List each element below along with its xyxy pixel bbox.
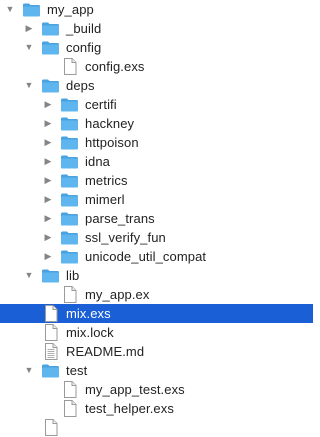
folder-icon: [60, 173, 79, 189]
tree-file-my-app-ex[interactable]: my_app.ex: [0, 285, 313, 304]
folder-icon: [60, 192, 79, 208]
file-tree: ▼ my_app ▶ _build ▼ config config.exs ▼ deps ▶ cer…: [0, 0, 313, 436]
tree-item-label: config.exs: [85, 59, 145, 74]
disclosure-expanded-icon[interactable]: ▼: [23, 270, 35, 282]
disclosure-collapsed-icon[interactable]: ▶: [42, 194, 54, 206]
tree-file-mix-exs[interactable]: mix.exs: [0, 304, 313, 323]
disclosure-expanded-icon[interactable]: ▼: [4, 4, 16, 16]
tree-folder-metrics[interactable]: ▶ metrics: [0, 171, 313, 190]
tree-folder-ssl-verify-fun[interactable]: ▶ ssl_verify_fun: [0, 228, 313, 247]
tree-folder-test[interactable]: ▼ test: [0, 361, 313, 380]
tree-file-my-app-test-exs[interactable]: my_app_test.exs: [0, 380, 313, 399]
tree-item-label: deps: [66, 78, 95, 93]
tree-folder-unicode-util-compat[interactable]: ▶ unicode_util_compat: [0, 247, 313, 266]
tree-folder-httpoison[interactable]: ▶ httpoison: [0, 133, 313, 152]
disclosure-expanded-icon[interactable]: ▼: [23, 80, 35, 92]
disclosure-collapsed-icon[interactable]: ▶: [42, 156, 54, 168]
tree-item-label: idna: [85, 154, 110, 169]
disclosure-collapsed-icon[interactable]: ▶: [42, 118, 54, 130]
tree-folder-my-app[interactable]: ▼ my_app: [0, 0, 313, 19]
tree-file-readme-md[interactable]: README.md: [0, 342, 313, 361]
tree-folder-deps[interactable]: ▼ deps: [0, 76, 313, 95]
tree-item-label: httpoison: [85, 135, 139, 150]
disclosure-expanded-icon[interactable]: ▼: [23, 42, 35, 54]
tree-item-label: README.md: [66, 344, 145, 359]
tree-file-config-exs[interactable]: config.exs: [0, 57, 313, 76]
tree-item-label: _build: [66, 21, 102, 36]
tree-folder-hackney[interactable]: ▶ hackney: [0, 114, 313, 133]
folder-icon: [41, 268, 60, 284]
folder-icon: [41, 78, 60, 94]
tree-item-label: unicode_util_compat: [85, 249, 207, 264]
tree-folder-mimerl[interactable]: ▶ mimerl: [0, 190, 313, 209]
tree-item-label: test_helper.exs: [85, 401, 174, 416]
tree-item-label: hackney: [85, 116, 135, 131]
tree-folder-lib[interactable]: ▼ lib: [0, 266, 313, 285]
folder-icon: [60, 154, 79, 170]
disclosure-collapsed-icon[interactable]: ▶: [42, 175, 54, 187]
tree-item-label: lib: [66, 268, 80, 283]
file-icon: [60, 400, 79, 417]
tree-item-label: config: [66, 40, 102, 55]
folder-icon: [60, 116, 79, 132]
folder-icon: [60, 211, 79, 227]
tree-file-test-helper-exs[interactable]: test_helper.exs: [0, 399, 313, 418]
tree-item-label: mimerl: [85, 192, 125, 207]
tree-item-label: mix.lock: [66, 325, 114, 340]
folder-icon: [41, 21, 60, 37]
tree-item-label: test: [66, 363, 88, 378]
folder-icon: [60, 249, 79, 265]
disclosure-collapsed-icon[interactable]: ▶: [23, 23, 35, 35]
file-icon: [60, 381, 79, 398]
folder-icon: [22, 2, 41, 18]
folder-icon: [41, 363, 60, 379]
disclosure-collapsed-icon[interactable]: ▶: [42, 232, 54, 244]
tree-folder-parse-trans[interactable]: ▶ parse_trans: [0, 209, 313, 228]
disclosure-expanded-icon[interactable]: ▼: [23, 365, 35, 377]
text-file-icon: [41, 343, 60, 360]
tree-item-label: metrics: [85, 173, 128, 188]
tree-row-partial: [0, 418, 313, 437]
disclosure-collapsed-icon[interactable]: ▶: [42, 137, 54, 149]
tree-item-label: certifi: [85, 97, 117, 112]
tree-item-label: mix.exs: [66, 306, 111, 321]
tree-folder-build[interactable]: ▶ _build: [0, 19, 313, 38]
folder-icon: [60, 135, 79, 151]
tree-item-label: my_app.ex: [85, 287, 150, 302]
file-icon: [41, 305, 60, 322]
file-icon: [41, 324, 60, 341]
tree-folder-certifi[interactable]: ▶ certifi: [0, 95, 313, 114]
folder-icon: [60, 230, 79, 246]
tree-item-label: ssl_verify_fun: [85, 230, 166, 245]
tree-item-label: my_app: [47, 2, 94, 17]
tree-folder-config[interactable]: ▼ config: [0, 38, 313, 57]
file-icon: [60, 286, 79, 303]
folder-icon: [41, 40, 60, 56]
disclosure-collapsed-icon[interactable]: ▶: [42, 99, 54, 111]
tree-file-mix-lock[interactable]: mix.lock: [0, 323, 313, 342]
tree-folder-idna[interactable]: ▶ idna: [0, 152, 313, 171]
tree-item-label: parse_trans: [85, 211, 155, 226]
folder-icon: [60, 97, 79, 113]
disclosure-collapsed-icon[interactable]: ▶: [42, 251, 54, 263]
file-icon: [60, 58, 79, 75]
disclosure-collapsed-icon[interactable]: ▶: [42, 213, 54, 225]
tree-item-label: my_app_test.exs: [85, 382, 185, 397]
